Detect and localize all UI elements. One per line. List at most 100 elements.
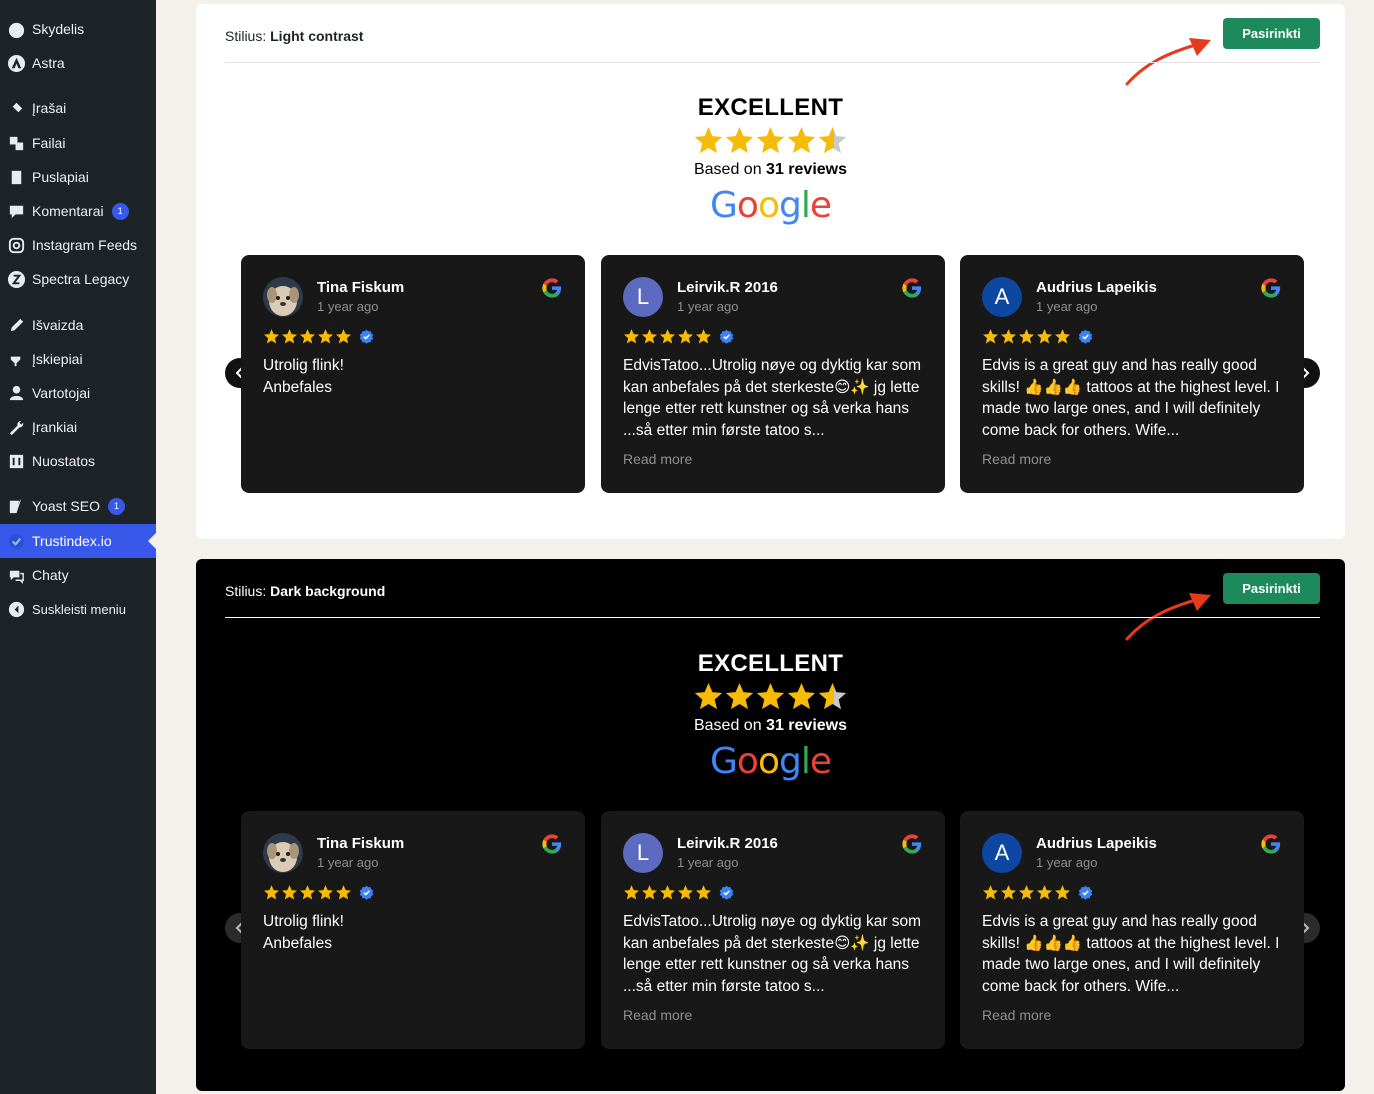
review-card: A Audrius Lapeikis 1 year ago Edvis is a gr… <box>960 255 1304 493</box>
star-icon <box>335 329 352 344</box>
rating-text: EXCELLENT <box>697 650 844 677</box>
avatar <box>263 277 303 317</box>
rating-summary: EXCELLENT Based on 31 reviews Google <box>196 94 1345 226</box>
star-icon <box>725 682 754 710</box>
star-icon <box>659 885 676 900</box>
avatar: L <box>623 833 663 873</box>
google-g-icon <box>542 278 562 298</box>
star-icon <box>299 329 316 344</box>
reviewer-name: Tina Fiskum <box>317 279 405 296</box>
read-more-link[interactable]: Read more <box>623 1007 692 1023</box>
sidebar-item-nuostatos[interactable]: Nuostatos <box>0 444 156 478</box>
sidebar-item-vartotojai[interactable]: Vartotojai <box>0 376 156 410</box>
review-date: 1 year ago <box>677 299 739 314</box>
style-label: Stilius: Dark background <box>225 583 385 599</box>
sidebar-item-puslapiai[interactable]: Puslapiai <box>0 160 156 194</box>
verified-badge-icon <box>1078 885 1093 900</box>
instagram-icon <box>0 236 32 255</box>
review-count: 31 reviews <box>766 161 847 178</box>
sidebar-item-label: Įrankiai <box>32 419 78 435</box>
avatar: L <box>623 277 663 317</box>
review-date: 1 year ago <box>677 855 739 870</box>
star-icon <box>756 682 785 710</box>
google-g-icon <box>542 834 562 854</box>
star-icon <box>1036 885 1053 900</box>
rating-text: EXCELLENT <box>697 94 844 121</box>
sidebar-item-trustindex-io[interactable]: Trustindex.io <box>0 524 156 558</box>
review-card: Tina Fiskum 1 year ago Utrolig flink! Anbe… <box>241 811 585 1049</box>
verified-badge-icon <box>359 885 374 900</box>
review-stars <box>982 328 1093 345</box>
plugins-icon <box>0 350 32 369</box>
review-date: 1 year ago <box>317 855 379 870</box>
avatar <box>263 833 303 873</box>
review-card: L Leirvik.R 2016 1 year ago EdvisTatoo...Ut… <box>601 255 945 493</box>
sidebar-item-yoast-seo[interactable]: Yoast SEO 1 <box>0 489 156 523</box>
based-on-text: Based on 31 reviews <box>196 717 1345 735</box>
review-card: L Leirvik.R 2016 1 year ago EdvisTatoo...Ut… <box>601 811 945 1049</box>
sidebar-item-label: Trustindex.io <box>32 533 112 549</box>
review-date: 1 year ago <box>317 299 379 314</box>
read-more-link[interactable]: Read more <box>982 1007 1051 1023</box>
google-g-icon <box>902 278 922 298</box>
read-more-link[interactable]: Read more <box>623 451 692 467</box>
sidebar-item-skydelis[interactable]: Skydelis <box>0 12 156 46</box>
select-button[interactable]: Pasirinkti <box>1223 18 1320 49</box>
google-g-icon <box>1261 278 1281 298</box>
admin-sidebar: Skydelis Astra Įrašai Failai Puslapiai Koment… <box>0 0 156 1094</box>
review-card: A Audrius Lapeikis 1 year ago Edvis is a gr… <box>960 811 1304 1049</box>
sidebar-item-label: Įrašai <box>32 100 67 116</box>
review-text: Utrolig flink! Anbefales <box>263 913 344 952</box>
collapse-icon <box>0 600 32 619</box>
notification-badge: 1 <box>111 202 129 220</box>
star-icon <box>982 329 999 344</box>
sidebar-item-label: Failai <box>32 135 66 151</box>
star-icon <box>281 329 298 344</box>
star-icon <box>641 885 658 900</box>
star-icon <box>1018 885 1035 900</box>
review-date: 1 year ago <box>1036 299 1098 314</box>
review-stars <box>623 884 734 901</box>
sidebar-item-instagram-feeds[interactable]: Instagram Feeds <box>0 228 156 262</box>
star-icon <box>335 885 352 900</box>
rating-summary: EXCELLENT Based on 31 reviews Google <box>196 650 1345 782</box>
star-icon <box>694 126 723 154</box>
star-icon <box>623 329 640 344</box>
sidebar-item-failai[interactable]: Failai <box>0 126 156 160</box>
read-more-link[interactable]: Read more <box>982 451 1051 467</box>
star-icon <box>1036 329 1053 344</box>
comment-icon <box>0 202 32 221</box>
sidebar-item-label: Išvaizda <box>32 317 84 333</box>
verified-badge-icon <box>719 885 734 900</box>
rating-stars <box>196 125 1345 157</box>
star-icon <box>1054 329 1071 344</box>
verified-badge-icon <box>719 329 734 344</box>
avatar: A <box>982 833 1022 873</box>
notification-badge: 1 <box>107 497 125 515</box>
select-button[interactable]: Pasirinkti <box>1223 573 1320 604</box>
sidebar-item-įrankiai[interactable]: Įrankiai <box>0 410 156 444</box>
sidebar-item-suskleisti-meniu[interactable]: Suskleisti meniu <box>0 592 156 626</box>
review-stars <box>623 328 734 345</box>
review-date: 1 year ago <box>1036 855 1098 870</box>
style-prefix: Stilius: <box>225 28 267 44</box>
sidebar-item-spectra-legacy[interactable]: Spectra Legacy <box>0 262 156 296</box>
sidebar-item-įrašai[interactable]: Įrašai <box>0 91 156 125</box>
sidebar-item-label: Suskleisti meniu <box>32 601 126 617</box>
star-icon <box>756 126 785 154</box>
avatar: A <box>982 277 1022 317</box>
sidebar-item-išvaizda[interactable]: Išvaizda <box>0 308 156 342</box>
review-stars <box>982 884 1093 901</box>
sidebar-item-label: Įskiepiai <box>32 351 83 367</box>
sidebar-item-astra[interactable]: Astra <box>0 46 156 80</box>
sidebar-item-komentarai[interactable]: Komentarai 1 <box>0 194 156 228</box>
star-icon <box>317 329 334 344</box>
sidebar-item-įskiepiai[interactable]: Įskiepiai <box>0 342 156 376</box>
reviewer-name: Leirvik.R 2016 <box>677 835 778 852</box>
sidebar-item-chaty[interactable]: Chaty <box>0 558 156 592</box>
star-icon <box>281 885 298 900</box>
star-icon <box>677 885 694 900</box>
style-name: Dark background <box>270 583 386 599</box>
star-icon <box>263 329 280 344</box>
red-arrow-annotation <box>1125 38 1211 86</box>
